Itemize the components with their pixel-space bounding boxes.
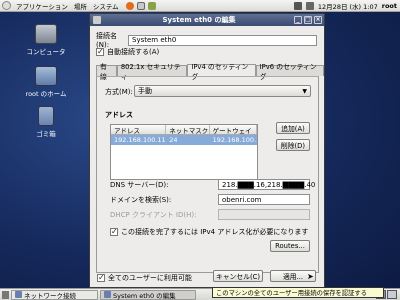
dns-label: DNS サーバー(D): <box>110 180 169 189</box>
table-row[interactable]: 192.168.100.11 24 192.168.100.1 <box>111 135 257 145</box>
tab-wired[interactable]: 有線 <box>96 63 117 81</box>
computer-icon <box>35 24 57 44</box>
home-folder-icon <box>35 66 57 86</box>
taskbar-item-label: ネットワーク接続 <box>24 291 76 300</box>
dhcp-client-id-input <box>218 209 310 220</box>
chevron-down-icon: ▼ <box>302 87 307 95</box>
column-gateway[interactable]: ゲートウェイ <box>210 125 257 134</box>
cell-address[interactable]: 192.168.100.11 <box>111 135 166 145</box>
search-domain-input[interactable]: obenri.com <box>218 194 310 205</box>
add-address-button[interactable]: 追加(A) <box>276 122 310 134</box>
all-users-label[interactable]: 全てのユーザーに利用可能 <box>108 273 192 283</box>
tab-bar: 有線 802.1x セキュリティ IPv4 のセッティング IPv6 のセッティ… <box>96 63 324 81</box>
routes-button[interactable]: Routes... <box>270 240 310 252</box>
cell-gateway[interactable]: 192.168.100.1 <box>210 135 257 145</box>
menu-applications[interactable]: アプリケーション <box>13 1 71 11</box>
window-titlebar[interactable]: System eth0 の編集 _ □ × <box>90 14 324 26</box>
close-icon[interactable]: × <box>314 16 322 24</box>
method-value: 手動 <box>138 87 152 95</box>
minimize-icon[interactable]: _ <box>294 16 302 24</box>
network-status-icon[interactable] <box>293 1 302 10</box>
search-domain-label: ドメインを検索(S): <box>110 195 172 204</box>
auto-connect-label[interactable]: 自動接続する(A) <box>107 47 159 57</box>
user-name[interactable]: root <box>382 2 397 10</box>
top-panel: アプリケーション 場所 システム 12月28日 (水) 1:07 root <box>0 0 400 12</box>
desktop-icon-label: ゴミ箱 <box>36 130 56 138</box>
trash-icon <box>38 106 54 126</box>
maximize-icon[interactable]: □ <box>304 16 312 24</box>
address-table-header: アドレス ネットマスク ゲートウェイ <box>111 125 257 135</box>
column-address[interactable]: アドレス <box>111 125 167 134</box>
mouse-cursor-icon: ➤ <box>307 272 314 281</box>
volume-icon[interactable] <box>305 1 314 10</box>
window-menu-icon[interactable] <box>93 16 101 24</box>
edit-connection-dialog: System eth0 の編集 _ □ × 接続名(N): System eth… <box>89 13 325 288</box>
window-title: System eth0 の編集 <box>162 16 236 24</box>
tab-ipv6-settings[interactable]: IPv6 のセッティング <box>255 63 324 81</box>
desktop-icon-label: コンピュータ <box>26 48 66 56</box>
network-connections-icon <box>15 291 22 298</box>
auto-connect-checkbox[interactable] <box>96 47 104 56</box>
dhcp-client-id-label: DHCP クライアント ID(H): <box>110 210 197 219</box>
taskbar-item-network-connections[interactable]: ネットワーク接続 <box>11 289 98 300</box>
address-table[interactable]: アドレス ネットマスク ゲートウェイ 192.168.100.11 24 192… <box>110 124 258 180</box>
require-ipv4-label[interactable]: この接続を完了するには IPv4 アドレス化が必要になります <box>121 227 308 237</box>
require-ipv4-checkbox[interactable] <box>110 227 118 236</box>
taskbar-item-label: System eth0 の編集 <box>113 291 176 300</box>
address-heading: アドレス <box>105 111 133 119</box>
firefox-icon[interactable] <box>125 1 134 10</box>
cancel-button[interactable]: キャンセル(C) <box>213 270 263 282</box>
help-icon[interactable] <box>147 1 156 10</box>
gnome-foot-icon <box>2 1 11 10</box>
show-desktop-icon[interactable] <box>2 290 9 299</box>
desktop-icon-label: root のホーム <box>25 90 67 98</box>
desktop-icon-home[interactable]: root のホーム <box>20 66 72 98</box>
all-users-checkbox[interactable] <box>97 273 105 282</box>
tab-ipv4-settings[interactable]: IPv4 のセッティング <box>187 63 256 81</box>
method-select[interactable]: 手動 ▼ <box>134 85 311 97</box>
menu-system[interactable]: システム <box>90 1 122 11</box>
tab-8021x-security[interactable]: 802.1x セキュリティ <box>116 63 188 81</box>
delete-address-button[interactable]: 削除(D) <box>276 139 310 151</box>
network-settings-icon <box>104 291 111 298</box>
menu-places[interactable]: 場所 <box>71 1 90 11</box>
dns-input[interactable]: 218.▇▇▇.16,218.▇▇▇▇.40 <box>218 179 315 190</box>
clock[interactable]: 12月28日 (水) 1:07 <box>318 1 378 11</box>
column-netmask[interactable]: ネットマスク <box>166 125 210 134</box>
desktop-icon-computer[interactable]: コンピュータ <box>20 24 72 56</box>
mail-icon[interactable] <box>136 1 145 10</box>
apply-tooltip: このマシンの全てのユーザー用接続の保存を認証する <box>212 287 384 298</box>
connection-name-input[interactable]: System eth0 <box>128 34 317 46</box>
desktop-icon-trash[interactable]: ゴミ箱 <box>20 106 72 138</box>
method-label: 方式(M): <box>105 88 133 96</box>
taskbar-item-edit-dialog[interactable]: System eth0 の編集 <box>100 289 196 300</box>
workspace-2[interactable] <box>387 290 397 299</box>
cell-netmask[interactable]: 24 <box>166 135 209 145</box>
